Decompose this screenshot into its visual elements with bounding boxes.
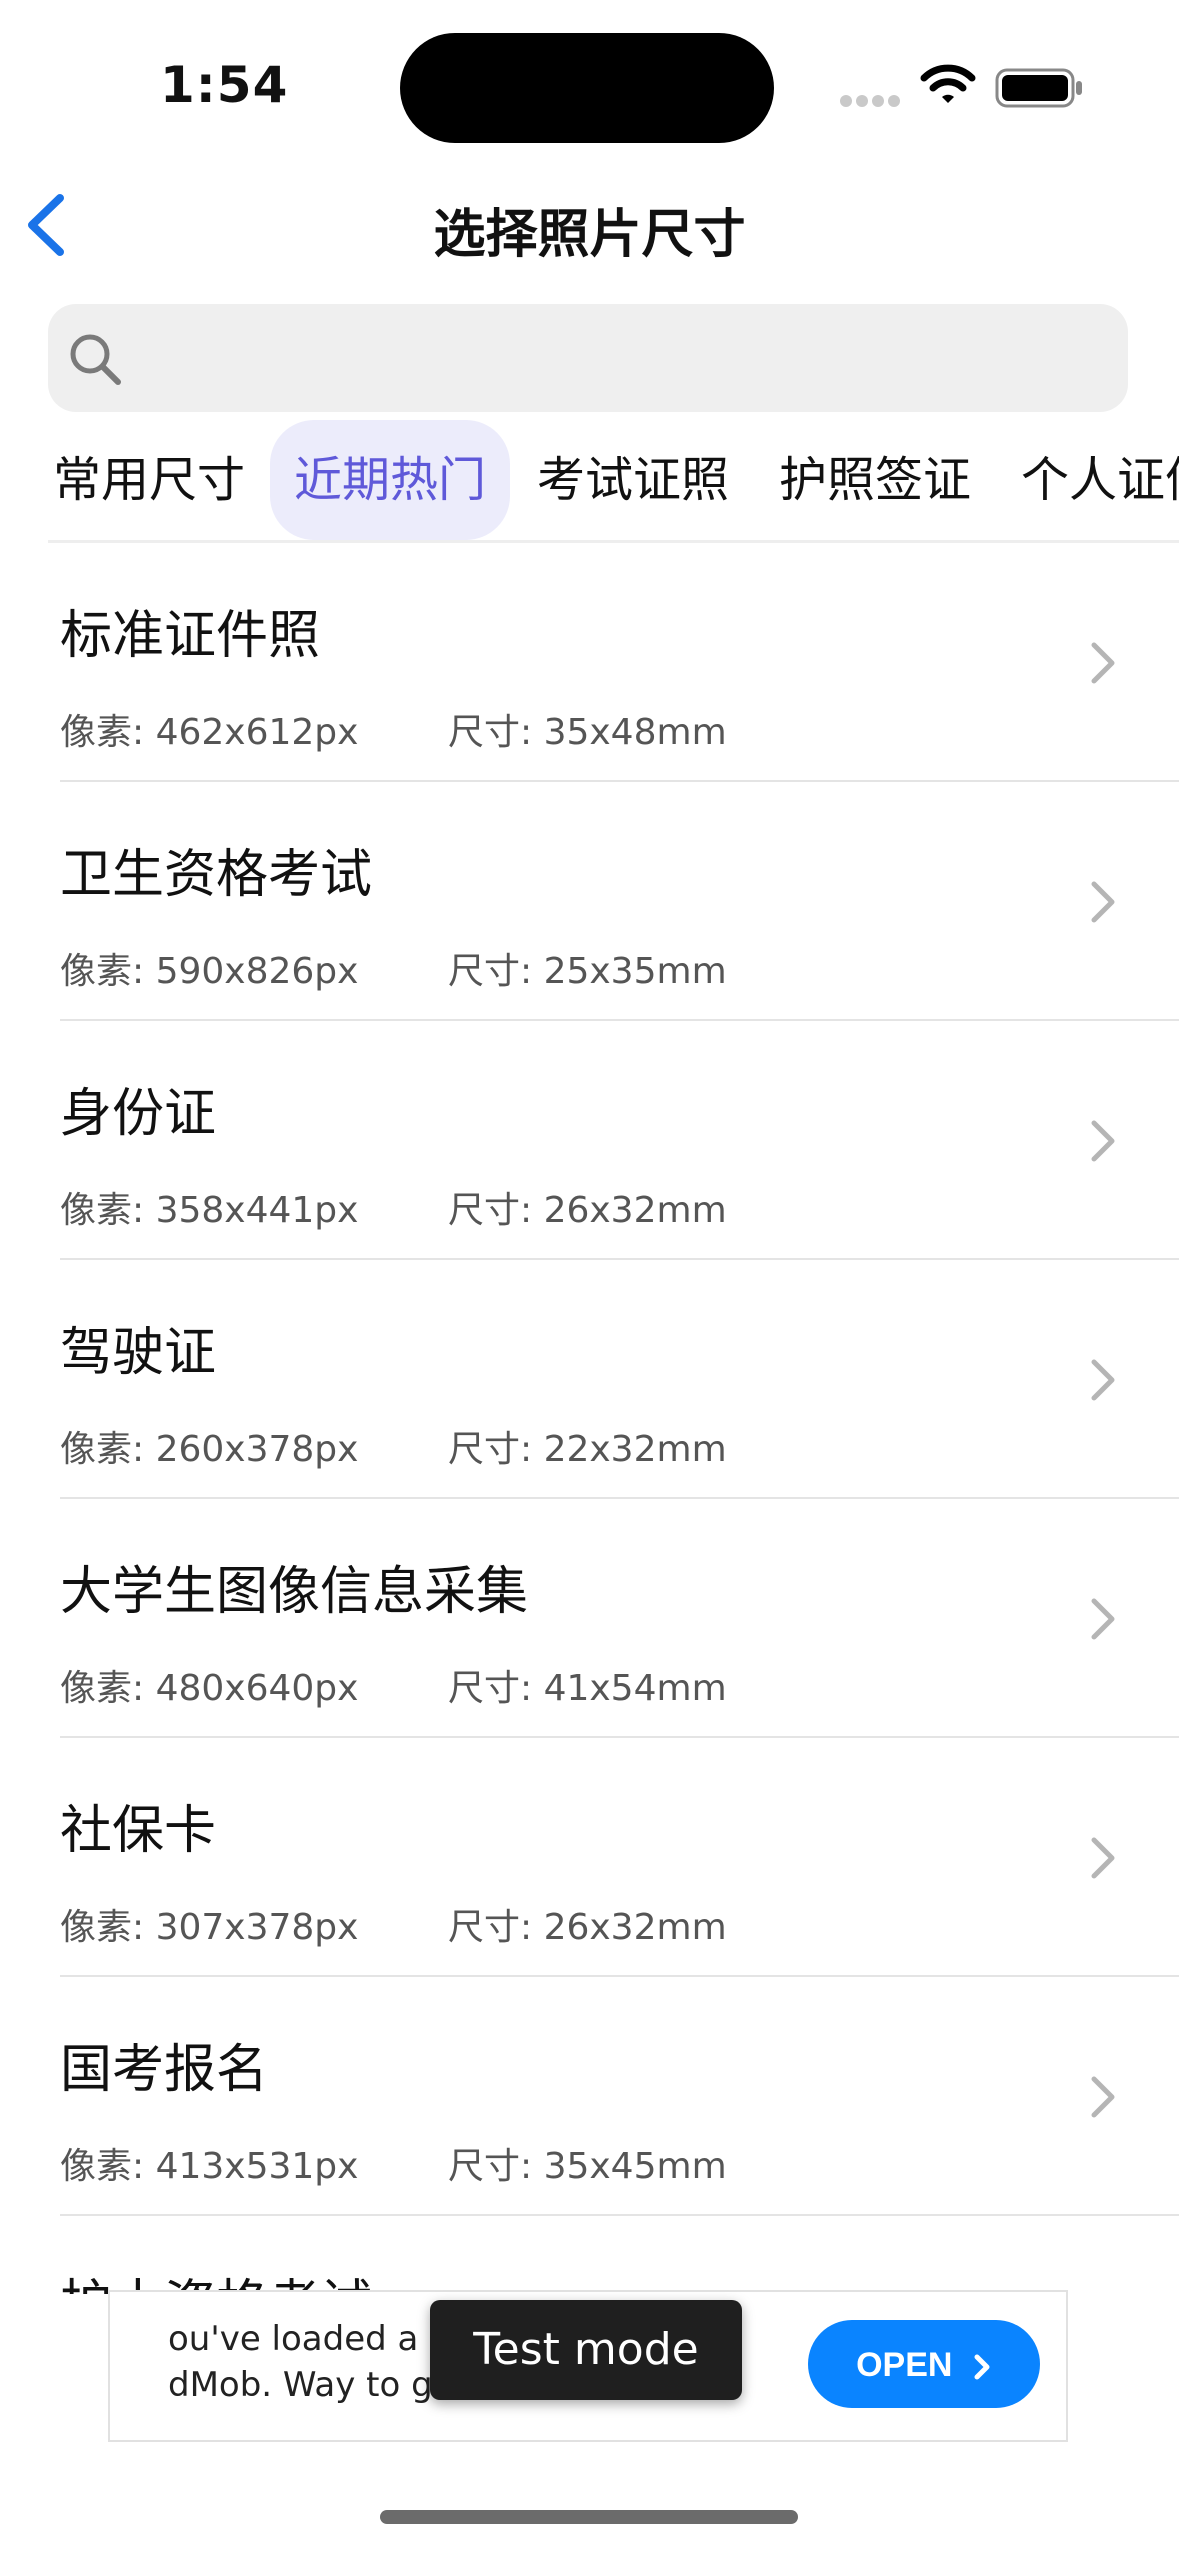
list-item[interactable]: 标准证件照 像素: 462x612px 尺寸: 35x48mm	[0, 543, 1179, 782]
item-name: 身份证	[60, 1084, 217, 1144]
item-name: 社保卡	[60, 1801, 217, 1861]
chevron-right-icon	[1088, 1834, 1118, 1886]
item-name: 卫生资格考试	[60, 845, 373, 905]
chevron-right-icon	[1088, 1356, 1118, 1408]
list-item[interactable]: 卫生资格考试 像素: 590x826px 尺寸: 25x35mm	[0, 782, 1179, 1021]
list-item[interactable]: 国考报名 像素: 413x531px 尺寸: 35x45mm	[0, 1977, 1179, 2216]
test-mode-label: Test mode	[430, 2300, 742, 2400]
chevron-right-icon	[1088, 2073, 1118, 2125]
item-name: 驾驶证	[60, 1323, 217, 1383]
chevron-right-icon	[974, 2354, 990, 2380]
page-title: 选择照片尺寸	[433, 205, 746, 265]
item-name: 大学生图像信息采集	[60, 1562, 529, 1622]
wifi-icon	[920, 64, 976, 110]
tab-common-sizes[interactable]: 常用尺寸	[44, 420, 254, 540]
list-item[interactable]: 社保卡 像素: 307x378px 尺寸: 26x32mm	[0, 1738, 1179, 1977]
ad-open-label: OPEN	[856, 2346, 953, 2384]
category-tabs: 常用尺寸 近期热门 考试证照 护照签证 个人证件	[0, 420, 1179, 540]
tab-exam-photos[interactable]: 考试证照	[528, 420, 738, 540]
item-pixels: 像素: 307x378px	[60, 1907, 359, 1948]
tab-recent-popular[interactable]: 近期热门	[270, 420, 510, 540]
row-divider	[60, 2214, 1179, 2216]
item-size: 尺寸: 25x35mm	[448, 951, 727, 992]
tab-personal-id[interactable]: 个人证件	[1012, 420, 1179, 540]
item-name: 国考报名	[60, 2040, 269, 2100]
cellular-signal-icon	[840, 92, 908, 107]
tab-passport-visa[interactable]: 护照签证	[770, 420, 980, 540]
search-input[interactable]	[130, 324, 1094, 396]
item-name: 标准证件照	[60, 606, 321, 666]
chevron-right-icon	[1088, 1117, 1118, 1169]
list-item[interactable]: 大学生图像信息采集 像素: 480x640px 尺寸: 41x54mm	[0, 1499, 1179, 1738]
chevron-right-icon	[1088, 1595, 1118, 1647]
item-size: 尺寸: 41x54mm	[448, 1668, 727, 1709]
chevron-right-icon	[1088, 639, 1118, 691]
item-size: 尺寸: 26x32mm	[448, 1907, 727, 1948]
battery-icon	[995, 68, 1085, 112]
item-pixels: 像素: 480x640px	[60, 1668, 359, 1709]
chevron-right-icon	[1088, 878, 1118, 930]
home-indicator[interactable]	[380, 2510, 798, 2524]
item-size: 尺寸: 35x48mm	[448, 712, 727, 753]
item-pixels: 像素: 590x826px	[60, 951, 359, 992]
item-pixels: 像素: 358x441px	[60, 1190, 359, 1231]
item-size: 尺寸: 22x32mm	[448, 1429, 727, 1470]
search-icon	[66, 330, 124, 392]
item-size: 尺寸: 26x32mm	[448, 1190, 727, 1231]
item-size: 尺寸: 35x45mm	[448, 2146, 727, 2187]
dynamic-island	[400, 33, 774, 143]
ad-open-button[interactable]: OPEN	[808, 2320, 1040, 2408]
status-time: 1:54	[160, 56, 289, 114]
list-item[interactable]: 驾驶证 像素: 260x378px 尺寸: 22x32mm	[0, 1260, 1179, 1499]
item-pixels: 像素: 413x531px	[60, 2146, 359, 2187]
item-pixels: 像素: 462x612px	[60, 712, 359, 753]
item-pixels: 像素: 260x378px	[60, 1429, 359, 1470]
list-item[interactable]: 身份证 像素: 358x441px 尺寸: 26x32mm	[0, 1021, 1179, 1260]
